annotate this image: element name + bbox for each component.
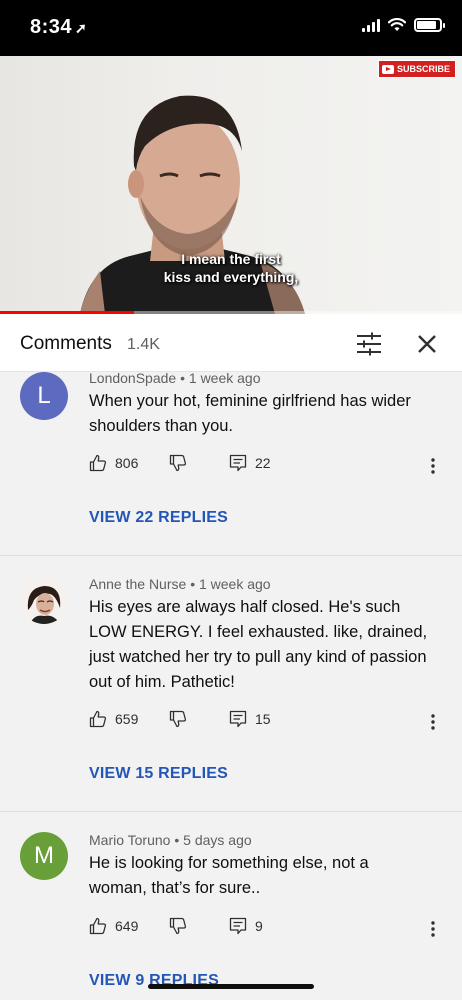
comment-actions: 659 15 — [89, 710, 449, 734]
separator-dot: • — [180, 370, 185, 386]
comment-meta: Anne the Nurse • 1 week ago — [89, 576, 271, 592]
view-replies-link[interactable]: VIEW 15 REPLIES — [89, 765, 228, 783]
comments-title: Comments — [20, 333, 112, 354]
like-count: 659 — [115, 711, 139, 727]
subscribe-button[interactable]: SUBSCRIBE — [377, 60, 456, 78]
status-time: 8:34 ➚ — [30, 16, 87, 39]
comments-count: 1.4K — [127, 336, 160, 353]
comment-actions: 649 9 — [89, 917, 449, 941]
status-icons — [362, 18, 445, 32]
cellular-signal-icon — [362, 18, 380, 32]
comment-author[interactable]: Mario Toruno — [89, 832, 170, 848]
comment-item: L LondonSpade • 1 week ago When your hot… — [0, 370, 462, 556]
avatar[interactable]: L — [20, 372, 68, 420]
comment-item: Anne the Nurse • 1 week ago His eyes are… — [0, 576, 462, 810]
reply-comment-icon — [229, 917, 247, 935]
play-logo-icon — [381, 64, 394, 74]
status-bar: 8:34 ➚ — [0, 0, 462, 56]
comment-text: When your hot, feminine girlfriend has w… — [89, 392, 411, 435]
avatar-letter: M — [34, 842, 54, 869]
comment-time: 1 week ago — [198, 576, 271, 592]
reply-button[interactable]: 9 — [229, 917, 263, 935]
sort-filter-icon[interactable] — [356, 332, 382, 356]
comment-text: He is looking for something else, not a … — [89, 854, 369, 897]
wifi-icon — [388, 18, 406, 31]
comment-actions: 806 22 — [89, 454, 449, 478]
more-options-icon[interactable] — [423, 454, 443, 478]
location-arrow-icon: ➚ — [75, 20, 88, 36]
like-button[interactable]: 659 — [89, 710, 138, 728]
comment-time: 1 week ago — [188, 370, 261, 386]
thumbs-down-icon — [169, 917, 187, 935]
comment-author[interactable]: LondonSpade — [89, 370, 176, 386]
reply-count: 9 — [255, 918, 263, 934]
like-count: 649 — [115, 918, 139, 934]
clock: 8:34 — [30, 16, 73, 38]
dislike-button[interactable] — [169, 917, 187, 935]
avatar[interactable]: M — [20, 832, 68, 880]
video-player[interactable]: SUBSCRIBE I mean the first kiss and ever… — [0, 56, 462, 314]
comments-header: Comments 1.4K — [0, 314, 462, 372]
home-indicator[interactable] — [148, 984, 314, 989]
comment-item: M Mario Toruno • 5 days ago He is lookin… — [0, 832, 462, 1000]
dislike-button[interactable] — [169, 710, 187, 728]
like-count: 806 — [115, 455, 139, 471]
reply-count: 22 — [255, 455, 271, 471]
avatar-letter: L — [37, 382, 51, 409]
more-options-icon[interactable] — [423, 710, 443, 734]
thumbs-up-icon — [89, 454, 107, 472]
like-button[interactable]: 806 — [89, 454, 138, 472]
comment-text: His eyes are always half closed. He's su… — [89, 598, 428, 691]
close-icon[interactable] — [415, 332, 439, 356]
thumbs-down-icon — [169, 710, 187, 728]
caption-line: kiss and everything, — [163, 269, 299, 285]
thumbs-up-icon — [89, 710, 107, 728]
avatar[interactable] — [20, 576, 68, 624]
separator-dot: • — [174, 832, 180, 848]
avatar-photo — [20, 576, 68, 624]
comment-meta: Mario Toruno • 5 days ago — [89, 832, 252, 848]
comment-meta: LondonSpade • 1 week ago — [89, 370, 261, 386]
video-caption: I mean the first kiss and everything, — [0, 250, 462, 286]
reply-comment-icon — [229, 710, 247, 728]
comment-time: 5 days ago — [183, 832, 252, 848]
thumbs-down-icon — [169, 454, 187, 472]
reply-button[interactable]: 15 — [229, 710, 271, 728]
battery-icon — [414, 18, 445, 32]
reply-count: 15 — [255, 711, 271, 727]
dislike-button[interactable] — [169, 454, 187, 472]
subscribe-label: SUBSCRIBE — [396, 64, 450, 74]
caption-line: I mean the first — [181, 251, 281, 267]
like-button[interactable]: 649 — [89, 917, 138, 935]
view-replies-link[interactable]: VIEW 22 REPLIES — [89, 509, 228, 527]
thumbs-up-icon — [89, 917, 107, 935]
separator-dot: • — [190, 576, 196, 592]
divider — [0, 811, 462, 812]
reply-comment-icon — [229, 454, 247, 472]
divider — [0, 555, 462, 556]
more-options-icon[interactable] — [423, 917, 443, 941]
comment-author[interactable]: Anne the Nurse — [89, 576, 186, 592]
reply-button[interactable]: 22 — [229, 454, 271, 472]
